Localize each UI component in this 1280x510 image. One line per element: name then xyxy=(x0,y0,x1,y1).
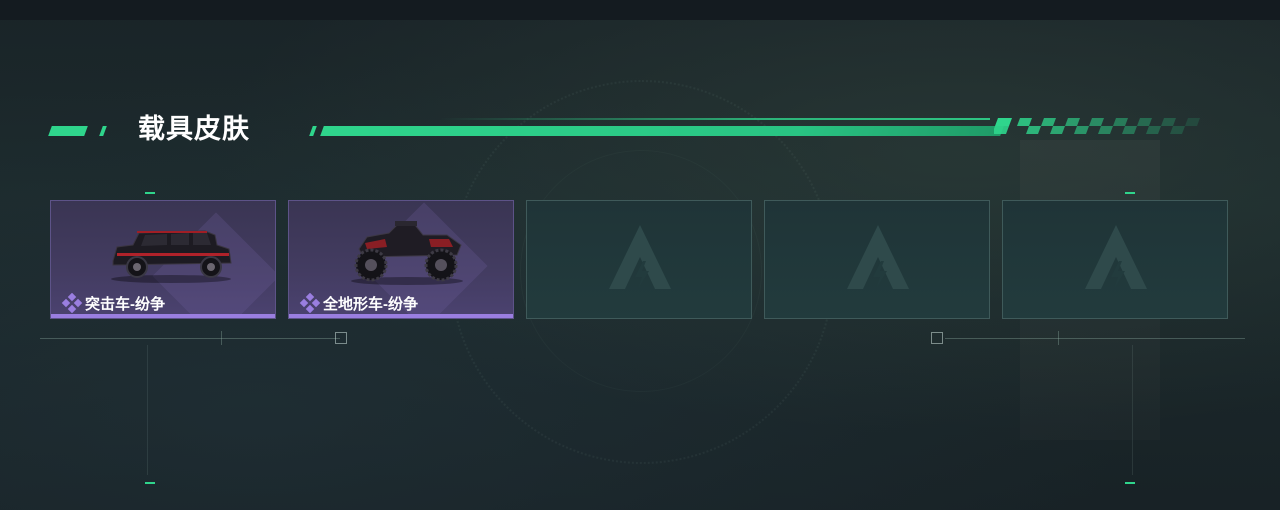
atv-quad-icon xyxy=(351,221,463,285)
header-accent-tick xyxy=(99,126,107,136)
hud-vertical-line xyxy=(147,345,148,475)
hud-square xyxy=(335,332,347,344)
skin-slot-assault-vehicle[interactable]: 突击车-纷争 xyxy=(50,200,276,319)
hud-square xyxy=(931,332,943,344)
corner-mark xyxy=(1125,192,1135,194)
header-progress-bar xyxy=(320,126,1004,136)
skin-name: 全地形车-纷争 xyxy=(323,296,418,313)
header-accent-pill xyxy=(48,126,88,136)
rarity-stripe xyxy=(51,314,275,318)
skin-name: 突击车-纷争 xyxy=(85,296,165,313)
skin-slot-empty[interactable] xyxy=(1002,200,1228,319)
rarity-stripe xyxy=(289,314,513,318)
corner-mark xyxy=(145,192,155,194)
empty-slot-logo-icon xyxy=(847,225,909,289)
hud-tick xyxy=(1058,331,1059,345)
hud-tick xyxy=(221,331,222,345)
purple-diamond-icon xyxy=(299,293,321,313)
header-checker-pattern xyxy=(994,118,1200,134)
hud-line xyxy=(40,338,340,339)
armored-suv-icon xyxy=(111,230,232,283)
corner-mark xyxy=(1125,482,1135,484)
skin-slot-empty[interactable] xyxy=(764,200,990,319)
hud-line xyxy=(945,338,1245,339)
skin-slot-atv[interactable]: 全地形车-纷争 xyxy=(288,200,514,319)
purple-diamond-icon xyxy=(61,293,83,313)
corner-mark xyxy=(145,482,155,484)
empty-slot-logo-icon xyxy=(1085,225,1147,289)
skin-slot-empty[interactable] xyxy=(526,200,752,319)
header-thin-line xyxy=(440,118,990,120)
section-title: 载具皮肤 xyxy=(138,114,250,144)
header-accent-tick-2 xyxy=(309,126,317,136)
hud-vertical-line xyxy=(1132,345,1133,475)
empty-slot-logo-icon xyxy=(609,225,671,289)
top-bar xyxy=(0,0,1280,20)
